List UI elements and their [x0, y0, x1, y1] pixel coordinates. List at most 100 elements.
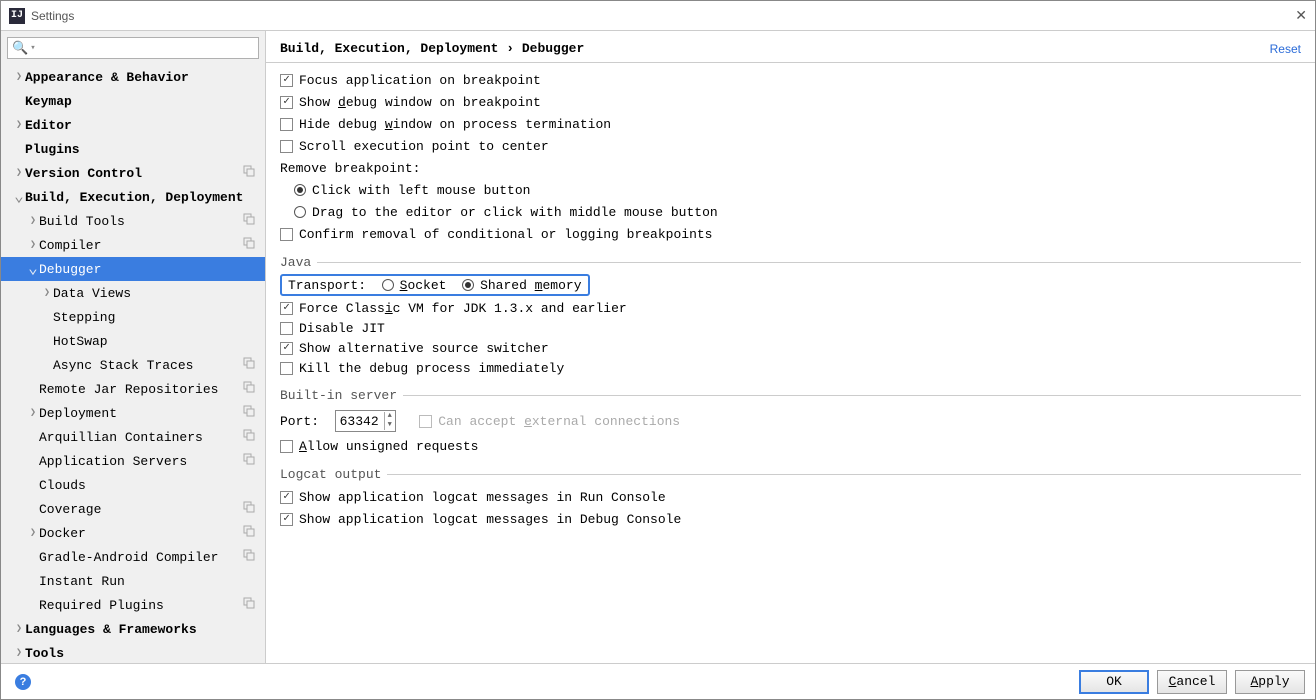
tree-arrow-icon[interactable]: ❯ [27, 527, 39, 539]
remove-drag-label: Drag to the editor or click with middle … [312, 205, 718, 220]
tree-item-languages-frameworks[interactable]: ❯Languages & Frameworks [1, 617, 265, 641]
tree-item-label: Debugger [39, 262, 243, 277]
search-icon: 🔍 [12, 41, 28, 56]
tree-item-plugins[interactable]: Plugins [1, 137, 265, 161]
transport-socket-radio[interactable] [382, 279, 394, 291]
transport-shared-radio[interactable] [462, 279, 474, 291]
tree-arrow-icon[interactable]: ❯ [13, 623, 25, 635]
server-section-title: Built-in server [280, 388, 397, 403]
disable-jit-checkbox[interactable] [280, 322, 293, 335]
tree-item-application-servers[interactable]: Application Servers [1, 449, 265, 473]
tree-item-stepping[interactable]: Stepping [1, 305, 265, 329]
tree-item-gradle-android-compiler[interactable]: Gradle-Android Compiler [1, 545, 265, 569]
transport-label: Transport: [288, 278, 366, 293]
tree-item-build-tools[interactable]: ❯Build Tools [1, 209, 265, 233]
apply-button[interactable]: Apply [1235, 670, 1305, 694]
tree-item-label: Keymap [25, 94, 243, 109]
cancel-button[interactable]: Cancel [1157, 670, 1227, 694]
tree-item-compiler[interactable]: ❯Compiler [1, 233, 265, 257]
port-up-icon[interactable]: ▲ [385, 412, 395, 421]
tree-arrow-icon[interactable]: ❯ [13, 119, 25, 131]
focus-breakpoint-checkbox[interactable] [280, 74, 293, 87]
project-scope-icon [243, 237, 257, 253]
close-icon[interactable]: ✕ [1295, 7, 1307, 24]
tree-item-async-stack-traces[interactable]: Async Stack Traces [1, 353, 265, 377]
transport-socket-label: Socket [400, 278, 447, 293]
tree-arrow-icon[interactable]: ❯ [27, 407, 39, 419]
logcat-section-title: Logcat output [280, 467, 381, 482]
remove-drag-radio[interactable] [294, 206, 306, 218]
tree-item-label: Arquillian Containers [39, 430, 243, 445]
tree-item-coverage[interactable]: Coverage [1, 497, 265, 521]
tree-arrow-icon[interactable]: ⌄ [27, 265, 39, 273]
remove-left-click-radio[interactable] [294, 184, 306, 196]
tree-item-editor[interactable]: ❯Editor [1, 113, 265, 137]
help-icon[interactable]: ? [15, 674, 31, 690]
show-debug-window-checkbox[interactable] [280, 96, 293, 109]
tree-item-label: Compiler [39, 238, 243, 253]
tree-item-label: HotSwap [53, 334, 243, 349]
tree-arrow-icon[interactable]: ❯ [13, 167, 25, 179]
reset-link[interactable]: Reset [1270, 42, 1301, 56]
allow-unsigned-checkbox[interactable] [280, 440, 293, 453]
search-input[interactable]: 🔍 ▾ [7, 37, 259, 59]
project-scope-icon [243, 501, 257, 517]
hide-debug-window-checkbox[interactable] [280, 118, 293, 131]
accept-external-checkbox[interactable] [419, 415, 432, 428]
tree-item-docker[interactable]: ❯Docker [1, 521, 265, 545]
tree-item-keymap[interactable]: Keymap [1, 89, 265, 113]
kill-process-label: Kill the debug process immediately [299, 361, 564, 376]
kill-process-checkbox[interactable] [280, 362, 293, 375]
sidebar: 🔍 ▾ ❯Appearance & BehaviorKeymap❯EditorP… [1, 31, 266, 663]
titlebar: IJ Settings ✕ [1, 1, 1315, 31]
tree-item-debugger[interactable]: ⌄Debugger [1, 257, 265, 281]
tree-item-appearance-behavior[interactable]: ❯Appearance & Behavior [1, 65, 265, 89]
alt-source-checkbox[interactable] [280, 342, 293, 355]
tree-item-instant-run[interactable]: Instant Run [1, 569, 265, 593]
project-scope-icon [243, 381, 257, 397]
tree-item-label: Application Servers [39, 454, 243, 469]
tree-arrow-icon[interactable]: ❯ [13, 647, 25, 659]
tree-item-label: Docker [39, 526, 243, 541]
tree-item-tools[interactable]: ❯Tools [1, 641, 265, 663]
tree-arrow-icon[interactable]: ⌄ [13, 193, 25, 201]
tree-item-remote-jar-repositories[interactable]: Remote Jar Repositories [1, 377, 265, 401]
logcat-run-checkbox[interactable] [280, 491, 293, 504]
confirm-removal-checkbox[interactable] [280, 228, 293, 241]
logcat-run-label: Show application logcat messages in Run … [299, 490, 666, 505]
port-spinner[interactable]: ▲▼ [335, 410, 396, 432]
tree-item-data-views[interactable]: ❯Data Views [1, 281, 265, 305]
tree-item-label: Instant Run [39, 574, 243, 589]
tree-item-required-plugins[interactable]: Required Plugins [1, 593, 265, 617]
tree-item-label: Stepping [53, 310, 243, 325]
tree-item-arquillian-containers[interactable]: Arquillian Containers [1, 425, 265, 449]
tree-item-build-execution-deployment[interactable]: ⌄Build, Execution, Deployment [1, 185, 265, 209]
ok-button[interactable]: OK [1079, 670, 1149, 694]
tree-item-version-control[interactable]: ❯Version Control [1, 161, 265, 185]
tree-item-clouds[interactable]: Clouds [1, 473, 265, 497]
tree-arrow-icon[interactable]: ❯ [27, 215, 39, 227]
project-scope-icon [243, 453, 257, 469]
tree-arrow-icon[interactable]: ❯ [41, 287, 53, 299]
tree-arrow-icon[interactable]: ❯ [27, 239, 39, 251]
tree-arrow-icon[interactable]: ❯ [13, 71, 25, 83]
tree-item-label: Appearance & Behavior [25, 70, 243, 85]
main-panel: Build, Execution, Deployment › Debugger … [266, 31, 1315, 663]
port-down-icon[interactable]: ▼ [385, 421, 395, 430]
tree-item-hotswap[interactable]: HotSwap [1, 329, 265, 353]
scroll-center-checkbox[interactable] [280, 140, 293, 153]
tree-item-deployment[interactable]: ❯Deployment [1, 401, 265, 425]
tree-item-label: Clouds [39, 478, 243, 493]
logcat-debug-checkbox[interactable] [280, 513, 293, 526]
focus-breakpoint-label: Focus application on breakpoint [299, 73, 541, 88]
port-input[interactable] [336, 414, 384, 429]
remove-breakpoint-label: Remove breakpoint: [280, 161, 420, 176]
chevron-down-icon[interactable]: ▾ [30, 43, 35, 53]
tree-item-label: Gradle-Android Compiler [39, 550, 243, 565]
force-classic-vm-checkbox[interactable] [280, 302, 293, 315]
confirm-removal-label: Confirm removal of conditional or loggin… [299, 227, 712, 242]
disable-jit-label: Disable JIT [299, 321, 385, 336]
hide-debug-window-label: Hide debug window on process termination [299, 117, 611, 132]
tree-item-label: Async Stack Traces [53, 358, 243, 373]
java-section-title: Java [280, 255, 311, 270]
